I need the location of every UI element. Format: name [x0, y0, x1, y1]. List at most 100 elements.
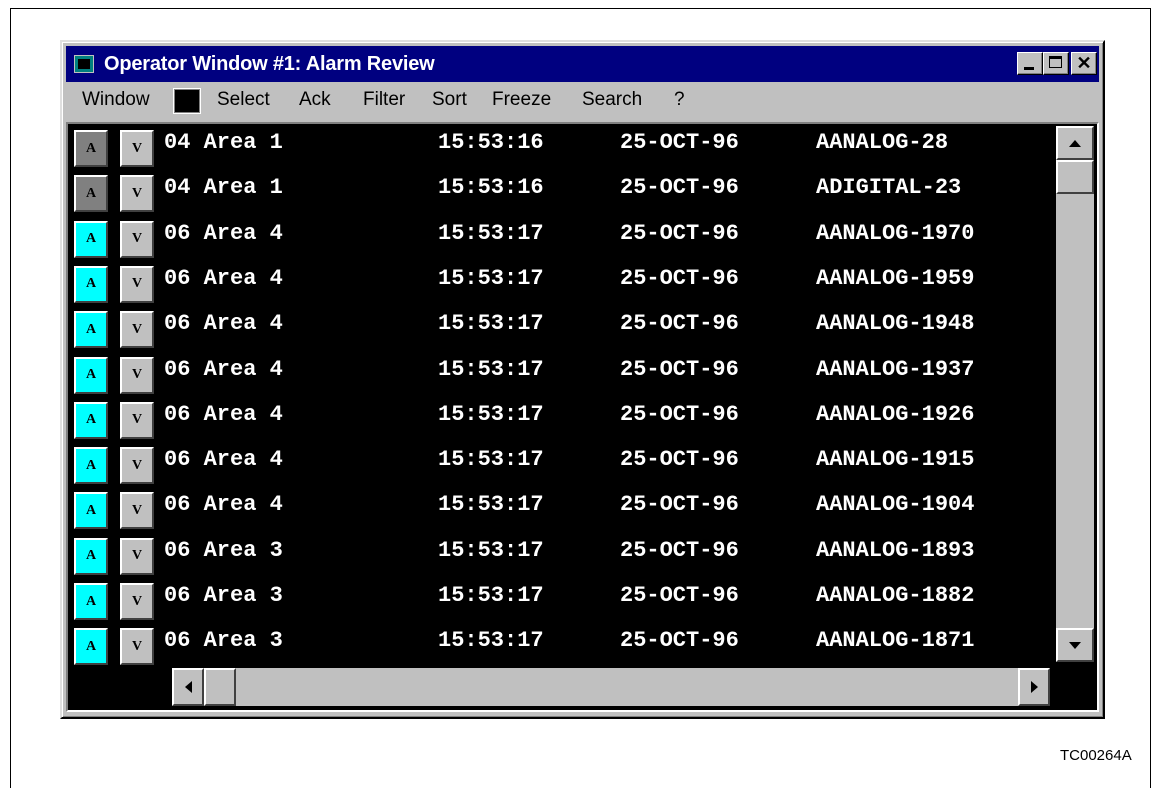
menu-sort[interactable]: Sort [432, 89, 467, 111]
alarm-row[interactable]: A V 06 Area 3 15:53:17 25-OCT-96 AANALOG-1893 [68, 534, 1058, 576]
app-icon[interactable] [74, 55, 94, 73]
alarm-area: 06 Area 4 [164, 356, 283, 382]
view-button[interactable]: V [120, 492, 154, 530]
alarm-row[interactable]: A V 06 Area 4 15:53:17 25-OCT-96 AANALOG-1937 [68, 353, 1058, 395]
vertical-scrollbar[interactable] [1056, 126, 1094, 662]
acknowledge-button[interactable]: A [74, 537, 108, 575]
alarm-time: 15:53:17 [438, 583, 544, 608]
alarm-date: 25-OCT-96 [620, 220, 739, 246]
alarm-row[interactable]: A V 04 Area 1 15:53:16 25-OCT-96 ADIGITAL-23 [68, 171, 1058, 213]
close-button[interactable]: ✕ [1071, 52, 1097, 75]
alarm-date: 25-OCT-96 [620, 265, 739, 291]
acknowledge-button[interactable]: A [74, 175, 108, 213]
alarm-area: 06 Area 3 [164, 628, 283, 654]
alarm-time: 15:53:17 [438, 492, 544, 518]
alarm-row[interactable]: A V 06 Area 4 15:53:17 25-OCT-96 AANALOG-1959 [68, 262, 1058, 304]
alarm-area: 04 Area 1 [164, 130, 283, 155]
scroll-right-button[interactable] [1018, 668, 1050, 706]
menu-select[interactable]: Select [217, 89, 270, 111]
view-button[interactable]: V [120, 356, 154, 394]
alarm-row[interactable]: A V 06 Area 4 15:53:17 25-OCT-96 AANALOG-1926 [68, 398, 1058, 440]
alarm-row[interactable]: A V 06 Area 4 15:53:17 25-OCT-96 AANALOG-1904 [68, 488, 1058, 530]
window-title: Operator Window #1: Alarm Review [104, 53, 435, 75]
acknowledge-button[interactable]: A [74, 220, 108, 258]
minimize-icon [1024, 67, 1034, 70]
alarm-tag: ADIGITAL-23 [816, 175, 962, 201]
alarm-tag: AANALOG-1948 [816, 311, 975, 337]
alarm-area: 06 Area 4 [164, 447, 283, 473]
view-button[interactable]: V [120, 537, 154, 575]
scroll-down-icon [1069, 641, 1081, 649]
horizontal-scrollbar[interactable] [172, 668, 1050, 706]
alarm-row[interactable]: A V 06 Area 3 15:53:17 25-OCT-96 AANALOG-1871 [68, 624, 1058, 666]
view-button[interactable]: V [120, 175, 154, 213]
acknowledge-button[interactable]: A [74, 265, 108, 303]
alarm-area: 06 Area 4 [164, 492, 283, 518]
alarm-time: 15:53:17 [438, 265, 544, 291]
title-bar[interactable]: Operator Window #1: Alarm Review ✕ [66, 46, 1099, 82]
view-button[interactable]: V [120, 583, 154, 620]
alarm-date: 25-OCT-96 [620, 130, 739, 155]
menu-freeze[interactable]: Freeze [492, 89, 551, 111]
alarm-date: 25-OCT-96 [620, 175, 739, 201]
view-button[interactable]: V [120, 311, 154, 349]
alarm-tag: AANALOG-1904 [816, 492, 975, 518]
alarm-time: 15:53:17 [438, 220, 544, 246]
scroll-up-icon [1069, 139, 1081, 147]
alarm-date: 25-OCT-96 [620, 356, 739, 382]
alarm-time: 15:53:17 [438, 537, 544, 563]
alarm-tag: AANALOG-28 [816, 130, 949, 155]
maximize-button[interactable] [1043, 52, 1069, 75]
menu-ack[interactable]: Ack [299, 89, 331, 111]
acknowledge-button[interactable]: A [74, 447, 108, 485]
scroll-up-button[interactable] [1056, 126, 1094, 160]
alarm-row[interactable]: A V 06 Area 4 15:53:17 25-OCT-96 AANALOG-1948 [68, 307, 1058, 349]
menu-search[interactable]: Search [582, 89, 642, 111]
alarm-time: 15:53:16 [438, 130, 544, 155]
alarm-time: 15:53:17 [438, 356, 544, 382]
scroll-left-button[interactable] [172, 668, 204, 706]
view-button[interactable]: V [120, 130, 154, 167]
menu-window[interactable]: Window [82, 89, 150, 111]
alarm-tag: AANALOG-1893 [816, 537, 975, 563]
vertical-scroll-thumb[interactable] [1056, 160, 1094, 194]
view-button[interactable]: V [120, 220, 154, 258]
alarm-date: 25-OCT-96 [620, 311, 739, 337]
alarm-area: 06 Area 3 [164, 583, 283, 608]
alarm-date: 25-OCT-96 [620, 492, 739, 518]
acknowledge-button[interactable]: A [74, 401, 108, 439]
view-button[interactable]: V [120, 447, 154, 485]
alarm-row[interactable]: A V 06 Area 4 15:53:17 25-OCT-96 AANALOG-1915 [68, 443, 1058, 485]
alarm-tag: AANALOG-1915 [816, 447, 975, 473]
horizontal-scroll-thumb[interactable] [204, 668, 236, 706]
alarm-review-window: Operator Window #1: Alarm Review ✕ Windo… [60, 40, 1105, 719]
alarm-time: 15:53:17 [438, 401, 544, 427]
alarm-tag: AANALOG-1871 [816, 628, 975, 654]
alarm-row[interactable]: A V 04 Area 1 15:53:16 25-OCT-96 AANALOG-28 [68, 126, 1058, 168]
close-icon: ✕ [1076, 53, 1092, 73]
alarm-area: 06 Area 4 [164, 401, 283, 427]
menu-filter[interactable]: Filter [363, 89, 405, 111]
alarm-row[interactable]: A V 06 Area 3 15:53:17 25-OCT-96 AANALOG-1882 [68, 579, 1058, 621]
view-button[interactable]: V [120, 265, 154, 303]
alarm-area: 06 Area 4 [164, 265, 283, 291]
alarm-area: 04 Area 1 [164, 175, 283, 201]
view-button[interactable]: V [120, 401, 154, 439]
alarm-tag: AANALOG-1937 [816, 356, 975, 382]
acknowledge-button[interactable]: A [74, 311, 108, 349]
scroll-down-button[interactable] [1056, 628, 1094, 662]
alarm-area: 06 Area 4 [164, 220, 283, 246]
alarm-row[interactable]: A V 06 Area 4 15:53:17 25-OCT-96 AANALOG-1970 [68, 217, 1058, 259]
alarm-tag: AANALOG-1882 [816, 583, 975, 608]
acknowledge-button[interactable]: A [74, 356, 108, 394]
acknowledge-button[interactable]: A [74, 628, 108, 666]
acknowledge-button[interactable]: A [74, 492, 108, 530]
alarm-time: 15:53:17 [438, 447, 544, 473]
acknowledge-button[interactable]: A [74, 583, 108, 620]
acknowledge-button[interactable]: A [74, 130, 108, 167]
view-button[interactable]: V [120, 628, 154, 666]
window-color-swatch[interactable] [174, 89, 200, 113]
minimize-button[interactable] [1017, 52, 1043, 75]
alarm-tag: AANALOG-1970 [816, 220, 975, 246]
menu-help[interactable]: ? [674, 89, 685, 111]
